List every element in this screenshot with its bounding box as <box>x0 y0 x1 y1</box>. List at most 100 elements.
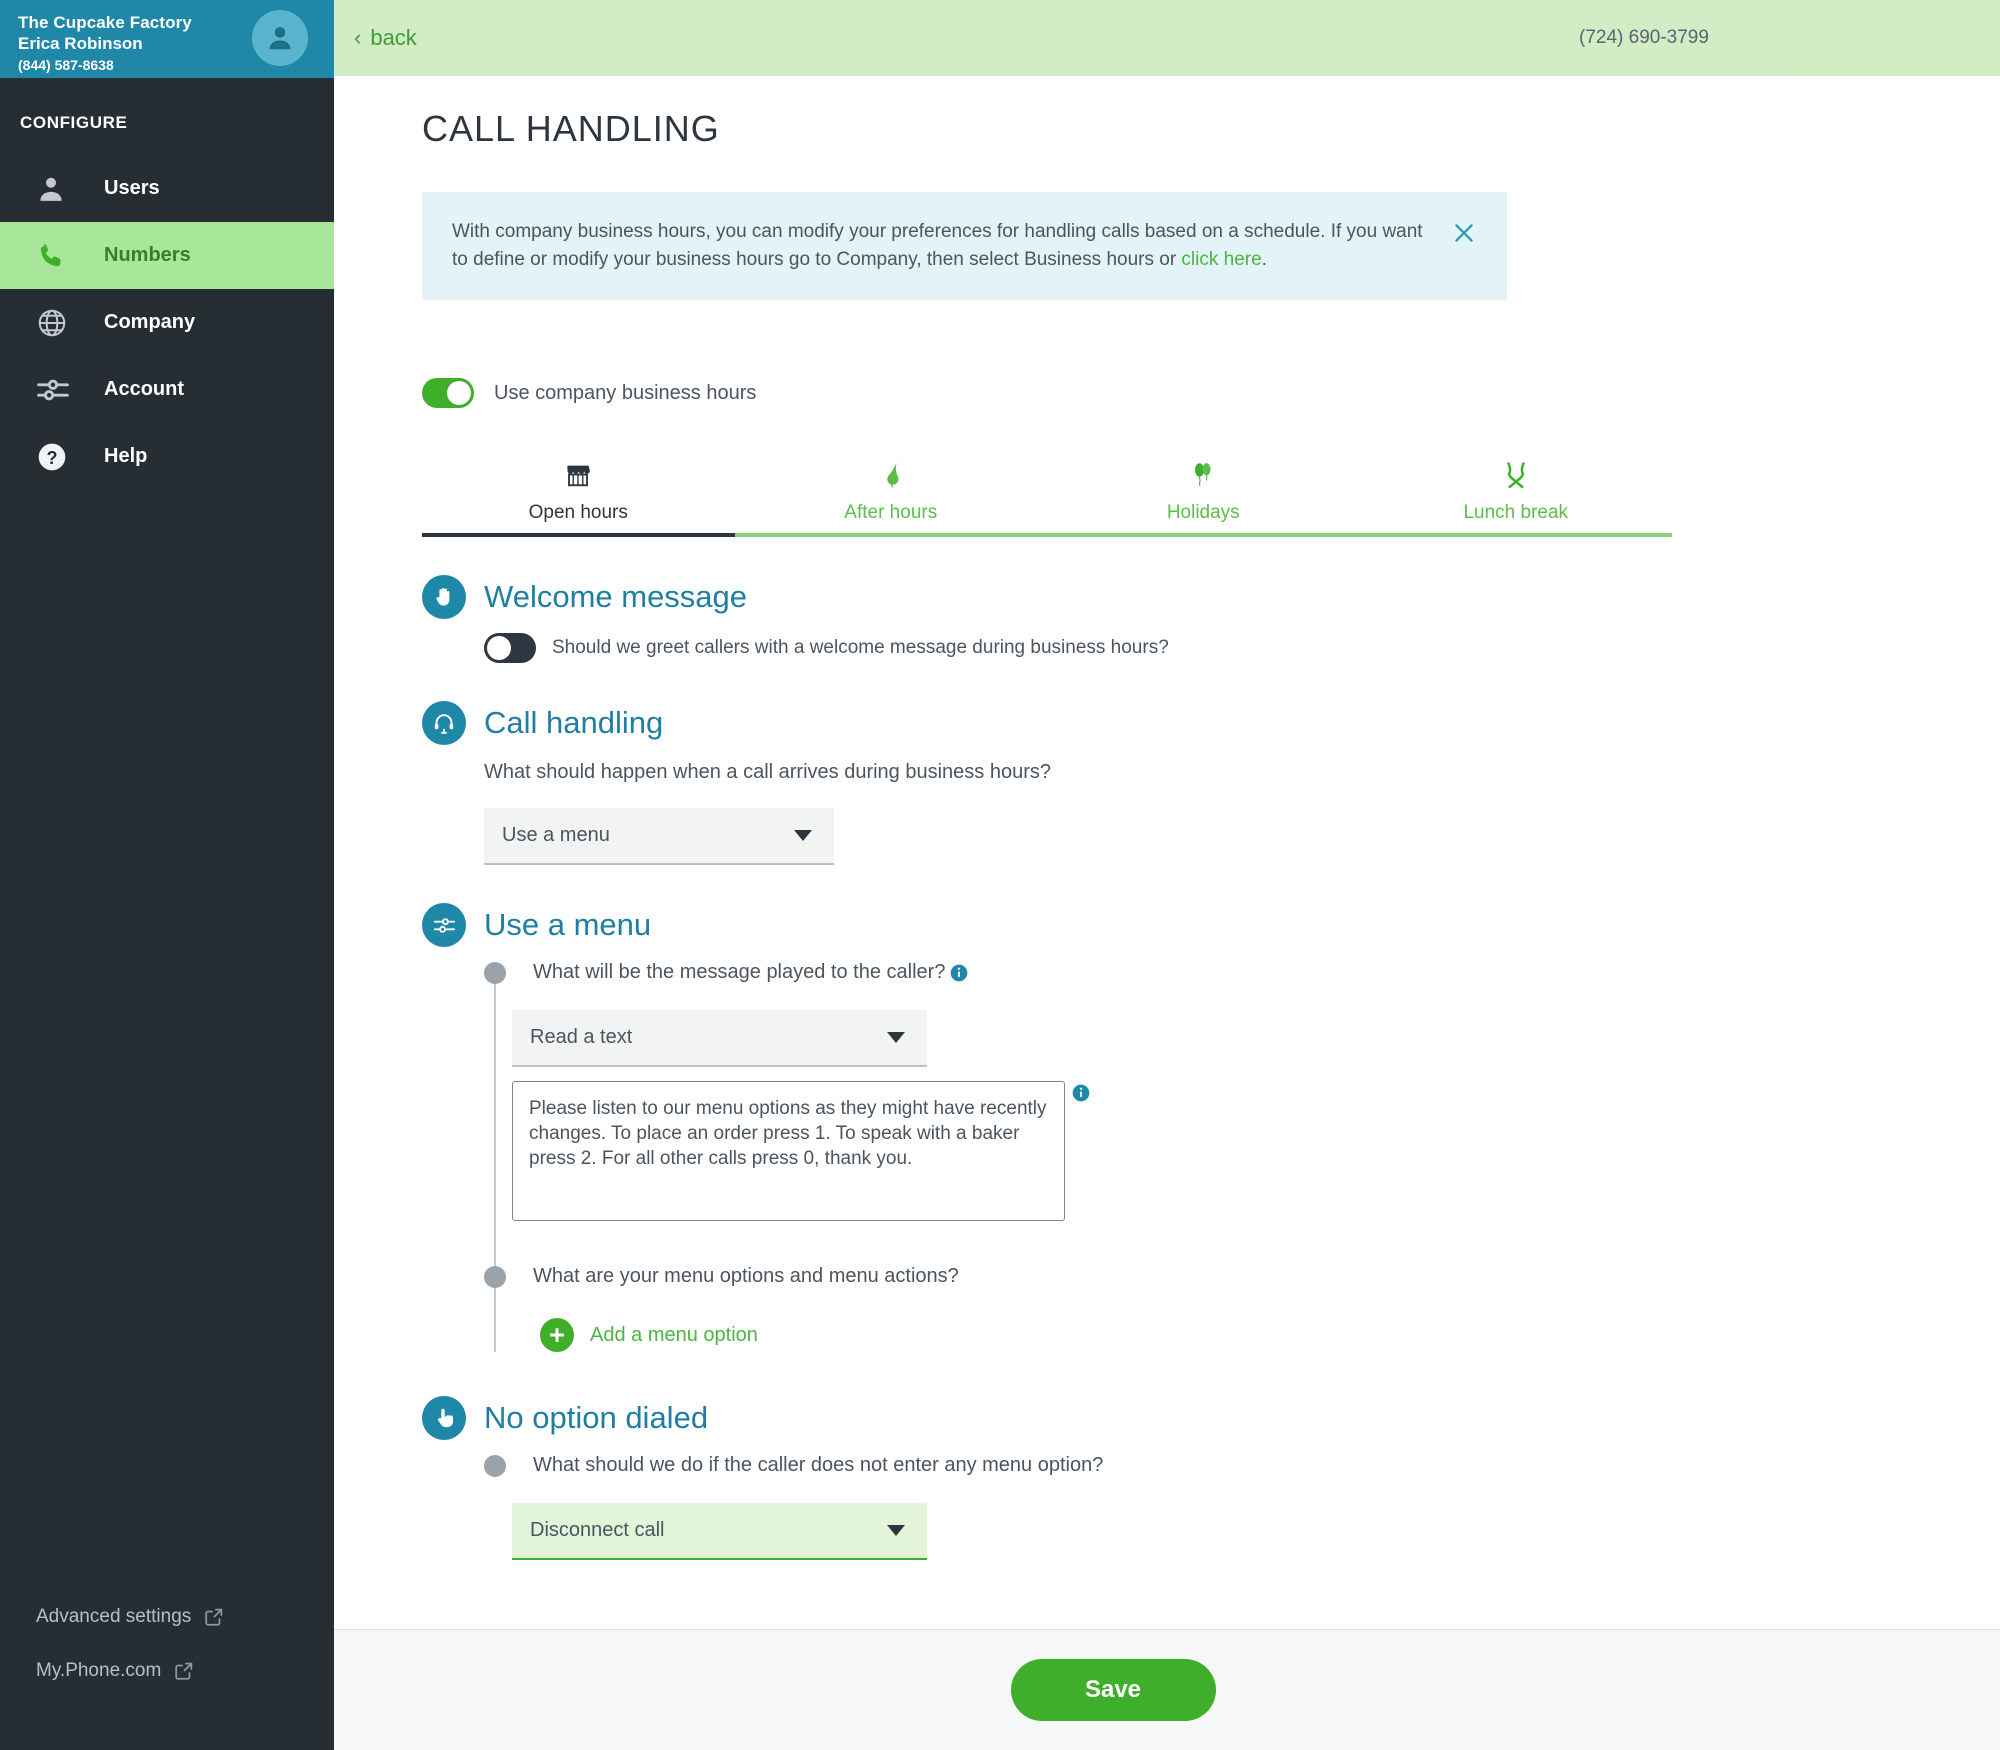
external-link-icon <box>173 1660 195 1682</box>
sidebar-item-label: Account <box>104 378 184 400</box>
back-label: back <box>370 25 417 50</box>
sidebar-account-header: The Cupcake Factory Erica Robinson (844)… <box>0 0 334 78</box>
info-banner-text: With company business hours, you can mod… <box>452 218 1431 274</box>
message-textarea-row <box>512 1081 2000 1221</box>
tab-holidays[interactable]: Holidays <box>1047 456 1360 537</box>
chevron-down-icon <box>794 830 812 841</box>
external-link-icon <box>203 1606 225 1628</box>
call-handling-title: Call handling <box>484 705 664 740</box>
sidebar-account-info: The Cupcake Factory Erica Robinson (844)… <box>18 8 192 75</box>
sidebar-item-label: Users <box>104 177 160 199</box>
no-option-dialed-block: What should we do if the caller does not… <box>484 1454 2000 1560</box>
tab-underline <box>734 533 1047 537</box>
message-source-select-value: Read a text <box>530 1026 633 1048</box>
storefront-icon <box>422 456 735 494</box>
sliders-icon <box>36 373 82 407</box>
add-menu-option-label: Add a menu option <box>590 1323 758 1346</box>
section-use-a-menu: Use a menu What will be the message play… <box>422 903 2000 1352</box>
welcome-message-header: Welcome message <box>422 575 2000 619</box>
tab-underline <box>1359 533 1672 537</box>
tab-lunch-break[interactable]: Lunch break <box>1359 456 1672 537</box>
page-title: CALL HANDLING <box>422 108 720 149</box>
sidebar-item-account[interactable]: Account <box>0 356 334 423</box>
phone-icon <box>36 241 82 271</box>
tab-label: Holidays <box>1166 502 1240 523</box>
menu-message-block: What will be the message played to the c… <box>484 961 2000 1352</box>
chevron-down-icon <box>887 1525 905 1536</box>
top-bar-shade <box>1793 0 2000 76</box>
avatar[interactable] <box>252 10 308 66</box>
headset-icon <box>422 701 466 745</box>
sidebar-item-users[interactable]: Users <box>0 155 334 222</box>
plus-circle-icon: + <box>540 1318 574 1352</box>
call-handling-header: Call handling <box>422 701 2000 745</box>
chevron-left-icon: ‹ <box>354 25 362 50</box>
menu-options-body: + Add a menu option <box>484 1318 2000 1352</box>
bullet-icon <box>484 1265 506 1288</box>
business-hours-toggle-row: Use company business hours <box>422 378 2000 408</box>
sidebar-item-numbers[interactable]: Numbers <box>0 222 334 289</box>
sidebar: The Cupcake Factory Erica Robinson (844)… <box>0 0 334 1750</box>
tree-connector-line <box>494 983 496 1352</box>
menu-message-question: What will be the message played to the c… <box>533 961 969 984</box>
sidebar-item-company[interactable]: Company <box>0 289 334 356</box>
info-icon[interactable] <box>949 963 969 983</box>
tab-open-hours[interactable]: Open hours <box>422 456 735 537</box>
my-phone-com-link[interactable]: My.Phone.com <box>36 1660 334 1682</box>
section-no-option-dialed: No option dialed What should we do if th… <box>422 1396 2000 1560</box>
hand-press-icon <box>422 1396 466 1440</box>
call-handling-select[interactable]: Use a menu <box>484 808 834 865</box>
sidebar-company-name: The Cupcake Factory <box>18 13 192 32</box>
welcome-message-title: Welcome message <box>484 579 748 614</box>
moon-icon <box>735 456 1048 494</box>
my-phone-com-label: My.Phone.com <box>36 1660 162 1681</box>
advanced-settings-link[interactable]: Advanced settings <box>36 1606 334 1628</box>
menu-message-question-row: What will be the message played to the c… <box>484 961 2000 984</box>
call-handling-select-value: Use a menu <box>502 824 610 846</box>
sidebar-item-help[interactable]: ? Help <box>0 423 334 490</box>
user-avatar-icon <box>269 27 291 50</box>
chevron-down-icon <box>887 1032 905 1043</box>
bullet-icon <box>484 961 506 984</box>
tab-after-hours[interactable]: After hours <box>734 456 1048 537</box>
close-icon[interactable] <box>1451 220 1477 251</box>
sidebar-bottom-links: Advanced settings My.Phone.com <box>0 1606 334 1714</box>
info-banner-link[interactable]: click here <box>1181 249 1261 270</box>
sidebar-item-label: Company <box>104 311 196 333</box>
info-banner: With company business hours, you can mod… <box>422 192 1507 300</box>
info-icon[interactable] <box>1071 1083 1091 1108</box>
tab-label: Lunch break <box>1463 502 1569 523</box>
no-option-dialed-header: No option dialed <box>422 1396 2000 1440</box>
advanced-settings-label: Advanced settings <box>36 1606 192 1627</box>
save-button[interactable]: Save <box>1010 1659 1216 1721</box>
user-icon <box>36 174 82 204</box>
message-source-select[interactable]: Read a text <box>512 1010 927 1067</box>
no-option-dialed-title: No option dialed <box>484 1400 709 1435</box>
message-textarea[interactable] <box>512 1081 1065 1221</box>
add-menu-option-button[interactable]: + Add a menu option <box>540 1318 2000 1352</box>
info-banner-text-part2: . <box>1261 249 1267 270</box>
tab-label: Open hours <box>528 502 628 523</box>
section-call-handling: Call handling What should happen when a … <box>422 701 2000 865</box>
use-a-menu-header: Use a menu <box>422 903 2000 947</box>
welcome-message-toggle[interactable] <box>484 633 536 663</box>
back-button[interactable]: ‹ back <box>354 25 417 51</box>
schedule-tabs: Open hours After hours Holidays Lunch br… <box>422 456 1672 537</box>
no-option-dialed-select-value: Disconnect call <box>530 1519 665 1541</box>
svg-text:?: ? <box>47 447 58 467</box>
no-option-dialed-select[interactable]: Disconnect call <box>512 1503 927 1560</box>
footer-bar: Save <box>334 1629 2000 1750</box>
menu-message-question-label: What will be the message played to the c… <box>533 961 946 983</box>
tab-underline <box>1047 533 1360 537</box>
sidebar-account-phone: (844) 587-8638 <box>18 57 114 73</box>
toggle-knob <box>487 636 511 660</box>
no-option-dialed-question-row: What should we do if the caller does not… <box>484 1454 2000 1477</box>
question-circle-icon: ? <box>36 441 82 473</box>
sidebar-section-label: CONFIGURE <box>20 113 128 132</box>
use-company-business-hours-toggle[interactable] <box>422 378 474 408</box>
use-company-business-hours-label: Use company business hours <box>494 381 757 404</box>
hand-wave-icon <box>422 575 466 619</box>
sidebar-user-name: Erica Robinson <box>18 34 143 53</box>
no-option-dialed-question: What should we do if the caller does not… <box>533 1454 1104 1476</box>
menu-options-question: What are your menu options and menu acti… <box>533 1265 959 1287</box>
